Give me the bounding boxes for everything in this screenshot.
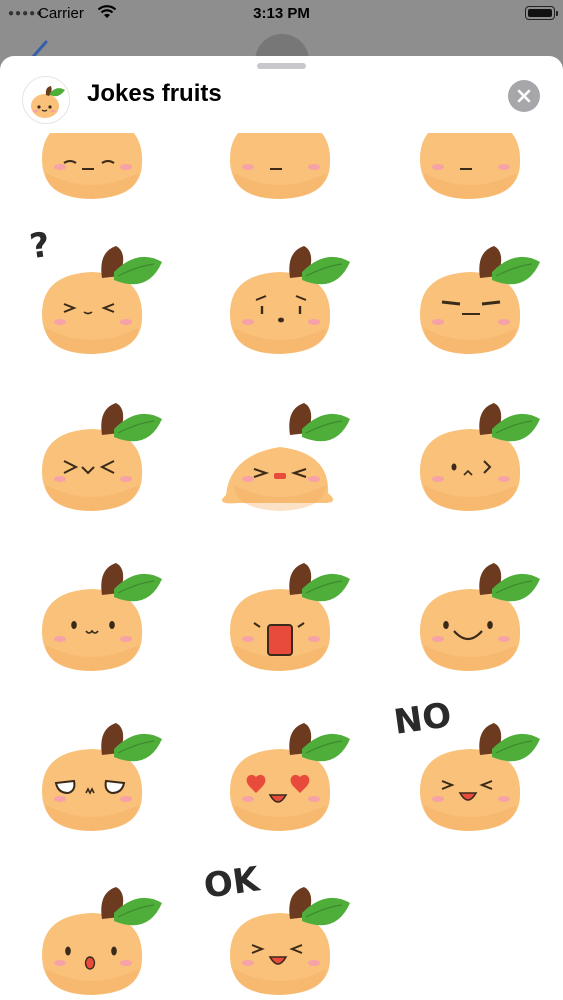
sticker-partial-2[interactable] bbox=[190, 133, 370, 213]
sticker-caption: NO bbox=[391, 695, 454, 743]
orange-fruit-icon bbox=[230, 723, 350, 831]
sticker-no[interactable]: NO bbox=[380, 695, 560, 845]
sticker-blank-stare[interactable] bbox=[2, 695, 182, 845]
sticker-heart-eyes[interactable] bbox=[190, 695, 370, 845]
sticker-surprised[interactable] bbox=[2, 859, 182, 1000]
sheet-grabber[interactable] bbox=[257, 63, 306, 69]
sticker-partial-3[interactable] bbox=[380, 133, 560, 213]
sticker-annoyed[interactable] bbox=[380, 218, 560, 368]
battery-icon bbox=[525, 6, 558, 20]
orange-fruit-icon bbox=[420, 246, 540, 354]
clock-label: 3:13 PM bbox=[253, 5, 310, 22]
sticker-sheet: Jokes fruits ? NO OK bbox=[0, 56, 563, 1000]
orange-fruit-icon bbox=[42, 723, 162, 831]
sticker-melting[interactable] bbox=[190, 375, 370, 525]
sticker-angry[interactable] bbox=[2, 375, 182, 525]
orange-fruit-icon bbox=[42, 563, 162, 671]
orange-fruit-icon bbox=[420, 563, 540, 671]
orange-fruit-icon bbox=[230, 563, 350, 671]
orange-fruit-icon bbox=[42, 133, 143, 199]
orange-fruit-icon bbox=[22, 76, 70, 124]
close-button[interactable] bbox=[508, 80, 540, 112]
sticker-question[interactable]: ? bbox=[2, 218, 182, 368]
orange-fruit-icon bbox=[420, 403, 540, 511]
orange-fruit-icon bbox=[222, 403, 350, 511]
orange-fruit-icon bbox=[420, 133, 521, 199]
orange-fruit-icon bbox=[230, 133, 331, 199]
orange-fruit-icon bbox=[230, 246, 350, 354]
sticker-grid: ? NO OK bbox=[0, 133, 563, 1000]
status-bar: ●●●●● Carrier 3:13 PM bbox=[0, 0, 563, 28]
sticker-unhappy[interactable] bbox=[380, 375, 560, 525]
sticker-smile[interactable] bbox=[380, 535, 560, 685]
sticker-shouting[interactable] bbox=[190, 535, 370, 685]
orange-fruit-icon bbox=[42, 887, 162, 995]
sticker-ok[interactable]: OK bbox=[190, 859, 370, 1000]
sheet-header: Jokes fruits bbox=[0, 70, 563, 132]
sticker-sleepy-partial[interactable] bbox=[2, 133, 182, 213]
sticker-worried[interactable] bbox=[190, 218, 370, 368]
sticker-cute[interactable] bbox=[2, 535, 182, 685]
sheet-title: Jokes fruits bbox=[87, 80, 222, 107]
orange-fruit-icon bbox=[42, 403, 162, 511]
sticker-caption: OK bbox=[201, 859, 262, 907]
close-icon bbox=[517, 89, 531, 103]
